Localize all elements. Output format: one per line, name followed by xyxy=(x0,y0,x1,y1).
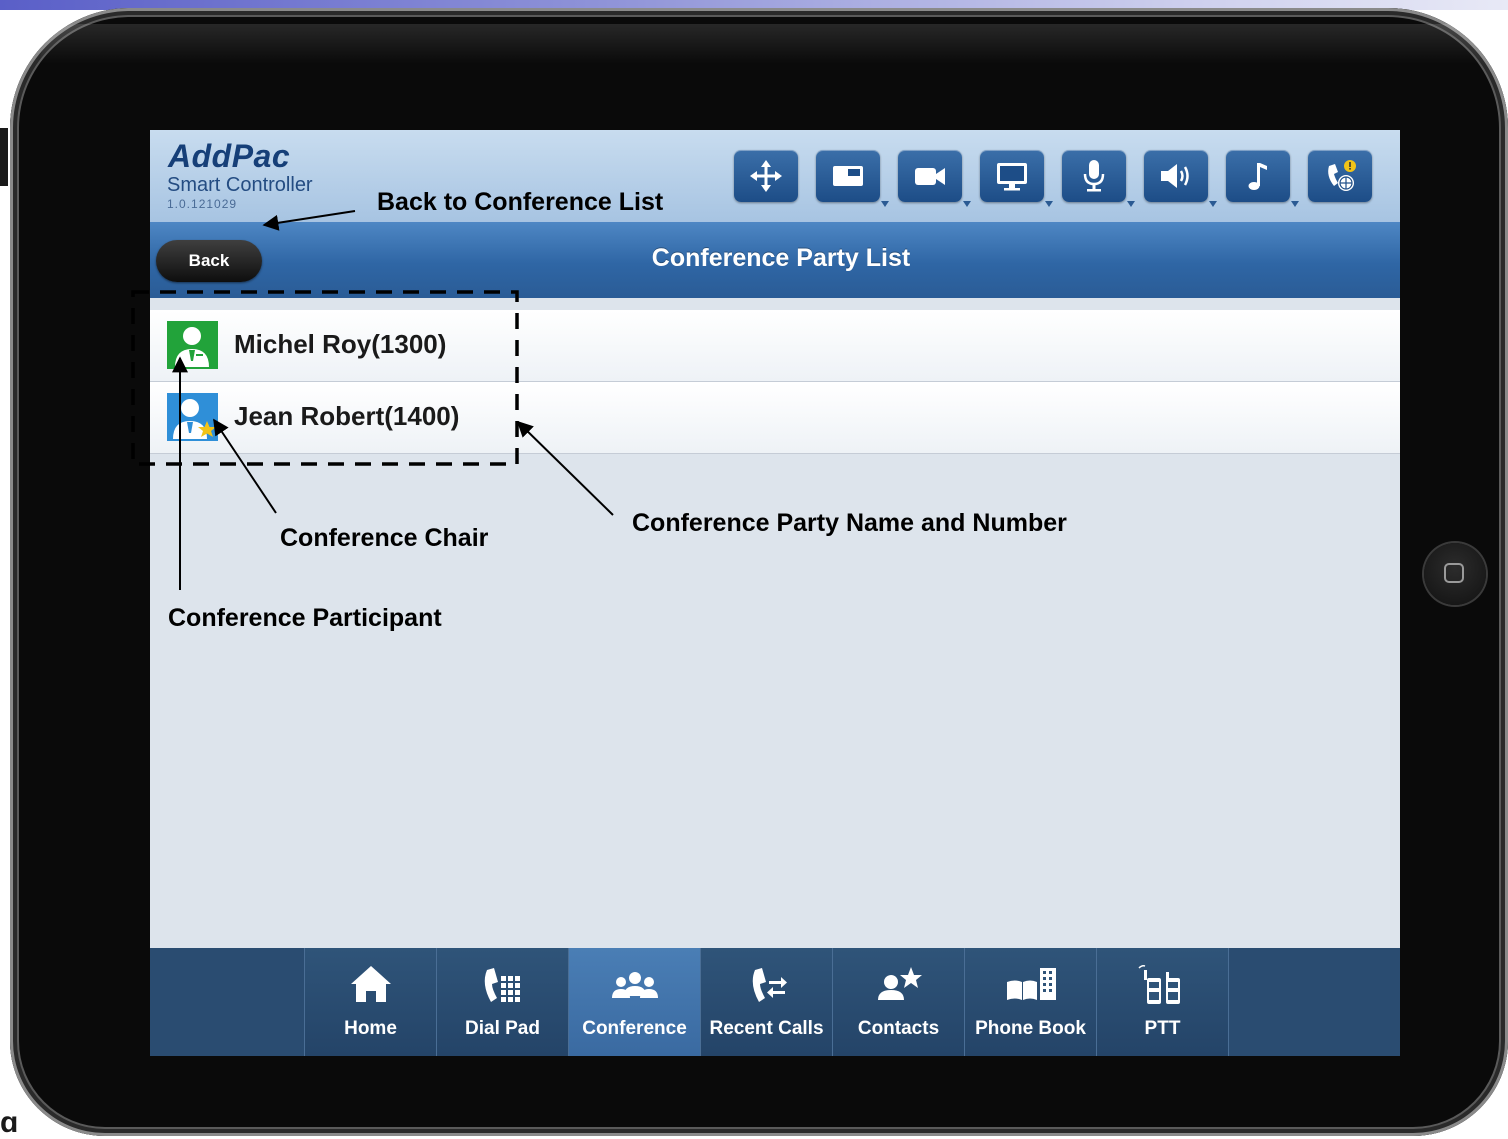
page-title-text: Conference Party List xyxy=(651,244,911,272)
app-screen: AddPac Smart Controller 1.0.121029 Back … xyxy=(150,130,1400,1056)
tab-phone-book[interactable]: Phone Book xyxy=(964,948,1096,1056)
monitor-icon xyxy=(997,163,1027,191)
recent-calls-icon xyxy=(752,968,787,1002)
tab-ptt[interactable]: PTT xyxy=(1096,948,1229,1056)
party-row[interactable]: Michel Roy(1300) xyxy=(150,310,1400,382)
annotation-party-name-number: Conference Party Name and Number xyxy=(632,509,1067,537)
tab-recent-calls[interactable]: Recent Calls xyxy=(700,948,832,1056)
app-version: 1.0.121029 xyxy=(167,197,238,211)
window-button[interactable] xyxy=(816,150,889,207)
move-button[interactable] xyxy=(734,150,798,202)
tablet-glare xyxy=(40,24,1490,64)
home-button-square-icon xyxy=(1444,563,1464,583)
annotation-back-to-list: Back to Conference List xyxy=(377,188,664,216)
tab-list: Home Dial Pad Conference Recent Calls Co… xyxy=(304,948,1229,1056)
app-subtitle: Smart Controller xyxy=(167,174,313,196)
tab-label: Phone Book xyxy=(975,1018,1086,1039)
phone-globe-icon xyxy=(1328,160,1356,191)
conference-icon xyxy=(612,972,658,998)
home-icon xyxy=(351,966,391,1002)
corner-fragment: ɑ xyxy=(0,1106,19,1139)
camera-icon xyxy=(915,168,945,185)
dropdown-caret-icon xyxy=(881,201,889,207)
ptt-icon xyxy=(1138,965,1180,1004)
dial-pad-icon xyxy=(484,968,520,1002)
tab-conference[interactable]: Conference xyxy=(568,948,700,1056)
tab-home[interactable]: Home xyxy=(304,948,436,1056)
music-button[interactable] xyxy=(1226,150,1299,207)
chair-avatar-icon xyxy=(167,393,218,441)
tab-label: PTT xyxy=(1144,1018,1181,1039)
monitor-button[interactable] xyxy=(980,150,1053,207)
app-logo: AddPac xyxy=(168,138,291,174)
tab-dial-pad[interactable]: Dial Pad xyxy=(436,948,568,1056)
dropdown-caret-icon xyxy=(1291,201,1299,207)
microphone-button[interactable] xyxy=(1062,150,1135,207)
party-row[interactable]: Jean Robert(1400) xyxy=(150,382,1400,454)
side-edge-mark xyxy=(0,128,8,186)
phone-book-icon xyxy=(1007,968,1056,1000)
music-note-icon xyxy=(1248,163,1267,190)
microphone-icon xyxy=(1083,160,1105,192)
participant-avatar-icon xyxy=(167,321,218,369)
tab-label: Dial Pad xyxy=(465,1018,540,1039)
party-list: Michel Roy(1300) Jean Robert(1400) xyxy=(150,310,1400,454)
tab-label: Recent Calls xyxy=(709,1018,824,1039)
tab-label: Contacts xyxy=(857,1018,940,1039)
tab-label: Conference xyxy=(582,1018,687,1039)
dropdown-caret-icon xyxy=(1127,201,1135,207)
dropdown-caret-icon xyxy=(1045,201,1053,207)
title-bar: Back Conference Party List xyxy=(150,222,1400,298)
move-arrows-icon xyxy=(750,160,782,192)
tab-contacts[interactable]: Contacts xyxy=(832,948,964,1056)
party-name: Michel Roy(1300) xyxy=(234,329,447,359)
tab-label: Home xyxy=(344,1018,397,1039)
party-name: Jean Robert(1400) xyxy=(234,401,460,431)
camera-button[interactable] xyxy=(898,150,971,207)
speaker-icon xyxy=(1161,164,1189,188)
app-header: AddPac Smart Controller 1.0.121029 xyxy=(150,130,1400,222)
annotation-chair: Conference Chair xyxy=(280,524,489,552)
contacts-icon xyxy=(878,967,922,1000)
window-icon xyxy=(833,166,863,186)
bottom-tab-bar: Home Dial Pad Conference Recent Calls Co… xyxy=(150,948,1400,1056)
annotation-participant: Conference Participant xyxy=(168,604,442,632)
speaker-button[interactable] xyxy=(1144,150,1217,207)
tablet-home-button[interactable] xyxy=(1424,543,1486,605)
top-toolbar xyxy=(734,150,1372,207)
page-title: Conference Party List xyxy=(150,244,1400,273)
phone-globe-button[interactable] xyxy=(1308,150,1372,202)
dropdown-caret-icon xyxy=(963,201,971,207)
dropdown-caret-icon xyxy=(1209,201,1217,207)
